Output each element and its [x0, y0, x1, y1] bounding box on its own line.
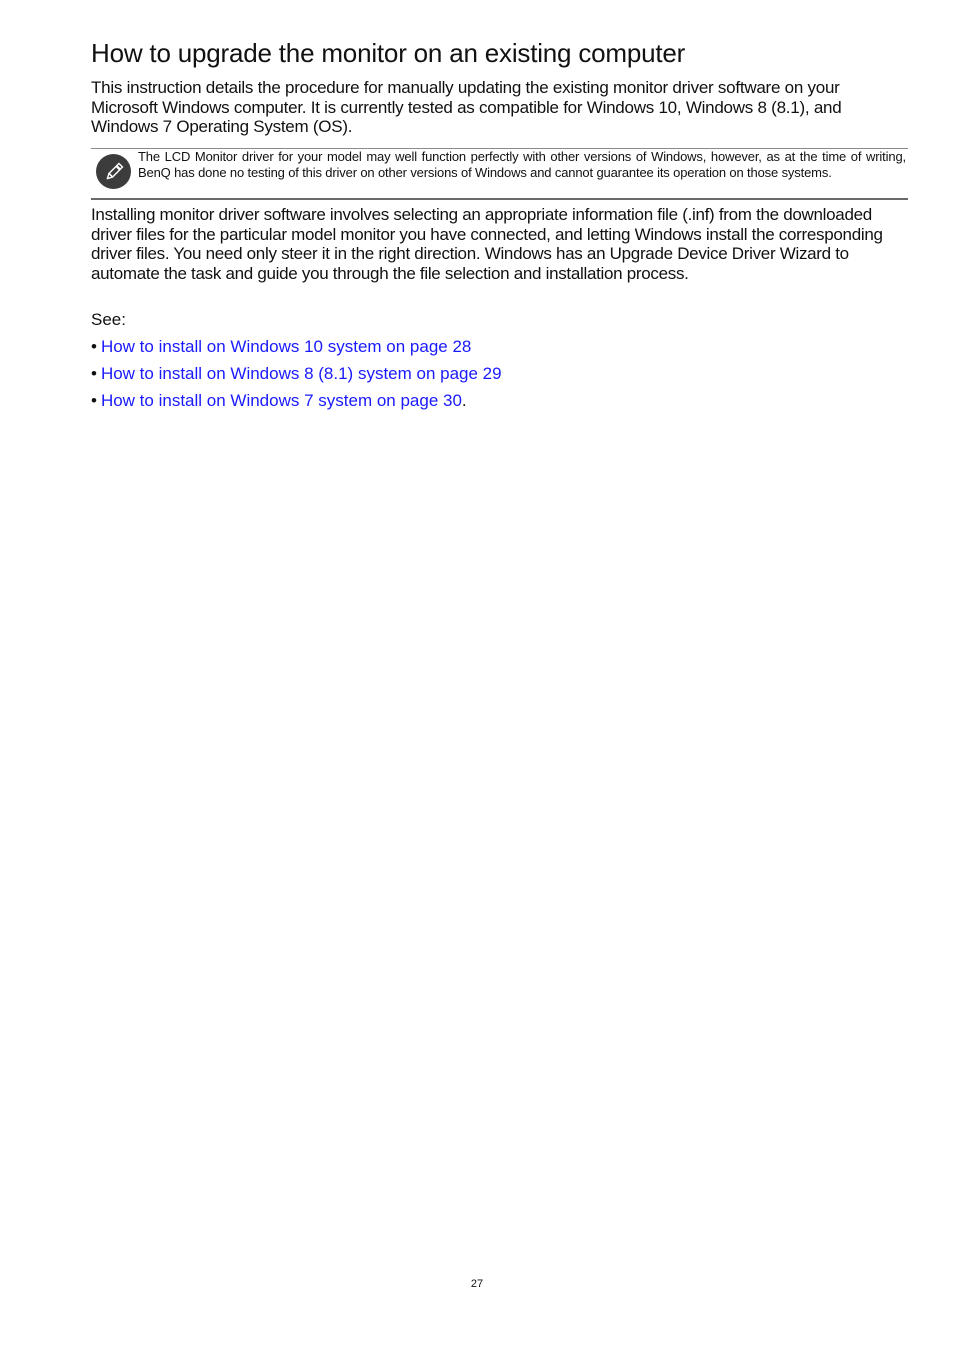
list-item: • How to install on Windows 8 (8.1) syste…	[91, 363, 502, 390]
note-box: The LCD Monitor driver for your model ma…	[91, 148, 908, 200]
link-windows-7[interactable]: How to install on Windows 7 system on pa…	[101, 391, 462, 410]
link-trailing-text: .	[461, 391, 467, 410]
list-item: • How to install on Windows 10 system on …	[91, 336, 502, 363]
page-number: 27	[470, 1278, 484, 1290]
intro-paragraph: This instruction details the procedure f…	[91, 78, 842, 136]
bullet: •	[91, 337, 97, 356]
bullet: •	[91, 391, 97, 410]
bullet: •	[91, 364, 97, 383]
see-label: See:	[91, 310, 126, 329]
note-text: The LCD Monitor driver for your model ma…	[138, 149, 906, 180]
body-paragraph: Installing monitor driver software invol…	[91, 205, 883, 283]
list-item: • How to install on Windows 7 system on p…	[91, 390, 502, 417]
see-links-list: • How to install on Windows 10 system on …	[91, 336, 502, 417]
pencil-icon	[96, 154, 131, 189]
link-windows-10[interactable]: How to install on Windows 10 system on p…	[101, 337, 471, 356]
link-windows-8[interactable]: How to install on Windows 8 (8.1) system…	[101, 364, 502, 383]
page-title: How to upgrade the monitor on an existin…	[91, 38, 686, 68]
